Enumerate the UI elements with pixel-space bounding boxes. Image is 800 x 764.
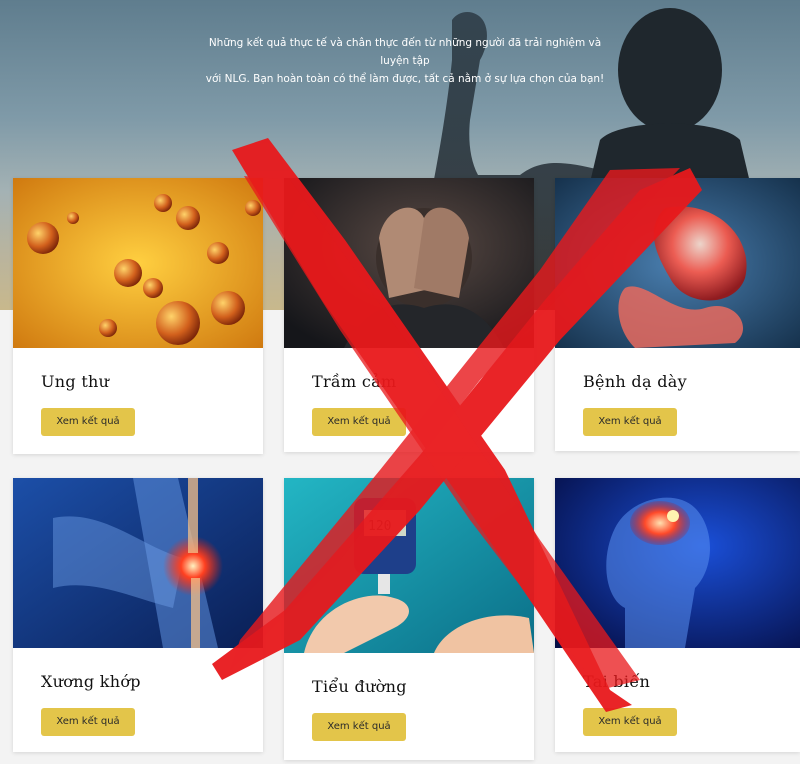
card-title: Tai biến xyxy=(583,672,651,691)
view-results-button[interactable]: Xem kết quả xyxy=(312,408,406,436)
view-results-button[interactable]: Xem kết quả xyxy=(583,408,677,436)
glucose-meter-image: 120 xyxy=(284,478,534,653)
view-results-button[interactable]: Xem kết quả xyxy=(583,708,677,736)
card-xuong-khop: Xương khớp Xem kết quả xyxy=(13,478,263,752)
card-title: Trầm cảm xyxy=(312,372,397,391)
card-benh-da-day: Bệnh dạ dày Xem kết quả xyxy=(555,178,800,451)
view-results-button[interactable]: Xem kết quả xyxy=(312,713,406,741)
card-title: Bệnh dạ dày xyxy=(583,372,687,391)
svg-text:120: 120 xyxy=(368,519,391,534)
card-ung-thu: Ung thư Xem kết quả xyxy=(13,178,263,454)
card-title: Ung thư xyxy=(41,372,110,391)
result-card-grid: Ung thư Xem kết quả Trầm cảm Xem kết quả xyxy=(0,0,800,764)
depressed-man-image xyxy=(284,178,534,348)
stomach-anatomy-image xyxy=(555,178,800,348)
card-title: Xương khớp xyxy=(41,672,141,691)
cancer-cells-image xyxy=(13,178,263,348)
card-tai-bien: Tai biến Xem kết quả xyxy=(555,478,800,752)
card-tieu-duong: 120 Tiểu đường Xem kết quả xyxy=(284,478,534,760)
card-title: Tiểu đường xyxy=(312,677,407,696)
view-results-button[interactable]: Xem kết quả xyxy=(41,408,135,436)
knee-joint-image xyxy=(13,478,263,648)
brain-stroke-image xyxy=(555,478,800,648)
card-tram-cam: Trầm cảm Xem kết quả xyxy=(284,178,534,452)
view-results-button[interactable]: Xem kết quả xyxy=(41,708,135,736)
